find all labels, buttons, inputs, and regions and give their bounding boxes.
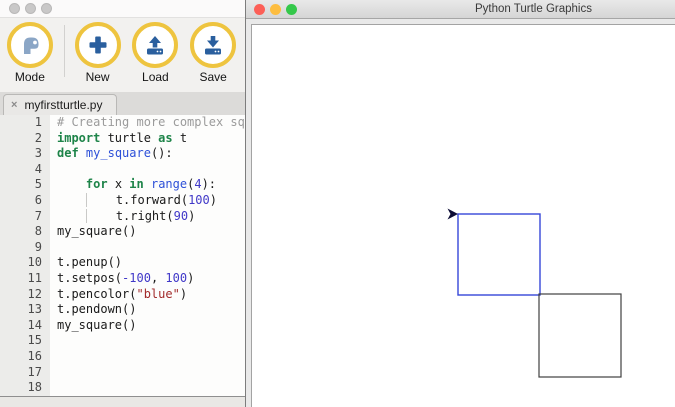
line-number: 6 (0, 193, 50, 209)
code-text (50, 349, 57, 365)
code-text: t.penup() (50, 255, 122, 271)
code-line: 6 t.forward(100) (0, 193, 246, 209)
line-number: 8 (0, 224, 50, 240)
turtle-canvas (251, 24, 675, 407)
plus-icon (75, 22, 121, 68)
code-line: 7 t.right(90) (0, 209, 246, 225)
maximize-button[interactable] (41, 3, 52, 14)
editor-titlebar (0, 0, 246, 18)
code-line: 10t.penup() (0, 255, 246, 271)
line-number: 1 (0, 115, 50, 131)
tab-close-icon[interactable]: × (11, 100, 17, 111)
line-number: 13 (0, 302, 50, 318)
line-number: 4 (0, 162, 50, 178)
line-number: 11 (0, 271, 50, 287)
code-line: 11t.setpos(-100, 100) (0, 271, 246, 287)
code-line: 9 (0, 240, 246, 256)
code-line: 8my_square() (0, 224, 246, 240)
code-line: 14my_square() (0, 318, 246, 334)
code-editor[interactable]: 1# Creating more complex sq2import turtl… (0, 115, 246, 396)
code-line: 4 (0, 162, 246, 178)
line-number: 12 (0, 287, 50, 303)
code-line: 2import turtle as t (0, 131, 246, 147)
minimize-button[interactable] (25, 3, 36, 14)
new-button[interactable]: New (73, 22, 123, 84)
code-text: def my_square(): (50, 146, 173, 162)
load-button-label: Load (142, 70, 169, 84)
upload-arrow-icon (132, 22, 178, 68)
load-button[interactable]: Load (130, 22, 180, 84)
code-line: 5 for x in range(4): (0, 177, 246, 193)
code-line: 18 (0, 380, 246, 396)
code-line: 13t.pendown() (0, 302, 246, 318)
line-number: 10 (0, 255, 50, 271)
turtle-window-body (246, 19, 675, 407)
editor-toolbar: Mode New (0, 18, 246, 92)
code-text (50, 162, 57, 178)
code-line: 3def my_square(): (0, 146, 246, 162)
code-text: my_square() (50, 318, 136, 334)
save-button[interactable]: Save (188, 22, 238, 84)
download-arrow-icon (190, 22, 236, 68)
traffic-lights (254, 4, 297, 15)
code-text (50, 380, 57, 396)
code-text (50, 240, 57, 256)
screen: Mode New (0, 0, 675, 407)
tab-label: myfirstturtle.py (24, 98, 102, 112)
code-line: 1# Creating more complex sq (0, 115, 246, 131)
tab-bar: × myfirstturtle.py (0, 92, 246, 115)
code-text: for x in range(4): (50, 177, 216, 193)
code-text: t.pencolor("blue") (50, 287, 187, 303)
code-text: my_square() (50, 224, 136, 240)
new-button-label: New (86, 70, 110, 84)
code-line: 16 (0, 349, 246, 365)
line-number: 18 (0, 380, 50, 396)
mu-mode-snake-icon (7, 22, 53, 68)
code-line: 15 (0, 333, 246, 349)
code-line: 17 (0, 365, 246, 381)
line-number: 16 (0, 349, 50, 365)
code-text: t.right(90) (50, 209, 195, 225)
minimize-button[interactable] (270, 4, 281, 15)
mu-editor-window: Mode New (0, 0, 246, 407)
turtle-graphics-window: Python Turtle Graphics (245, 0, 675, 407)
code-text (50, 365, 57, 381)
code-text (50, 333, 57, 349)
save-button-label: Save (199, 70, 226, 84)
black-square (539, 294, 621, 377)
close-button[interactable] (254, 4, 265, 15)
code-text: # Creating more complex sq (50, 115, 245, 131)
turtle-drawing (252, 25, 675, 407)
line-number: 14 (0, 318, 50, 334)
mode-button[interactable]: Mode (5, 22, 55, 84)
line-number: 2 (0, 131, 50, 147)
tab-myfirstturtle[interactable]: × myfirstturtle.py (3, 94, 117, 115)
blue-square (458, 214, 540, 295)
line-number: 15 (0, 333, 50, 349)
mode-button-label: Mode (15, 70, 45, 84)
line-number: 17 (0, 365, 50, 381)
turtle-window-title: Python Turtle Graphics (475, 3, 592, 15)
code-text: t.pendown() (50, 302, 136, 318)
maximize-button[interactable] (286, 4, 297, 15)
code-text: import turtle as t (50, 131, 187, 147)
code-text: t.setpos(-100, 100) (50, 271, 194, 287)
code-text: t.forward(100) (50, 193, 217, 209)
code-lines: 1# Creating more complex sq2import turtl… (0, 115, 246, 396)
code-line: 12t.pencolor("blue") (0, 287, 246, 303)
turtle-cursor-icon (448, 209, 459, 220)
close-button[interactable] (9, 3, 20, 14)
editor-statusbar (0, 396, 246, 407)
line-number: 3 (0, 146, 50, 162)
turtle-titlebar: Python Turtle Graphics (246, 0, 675, 19)
line-number: 9 (0, 240, 50, 256)
line-number: 5 (0, 177, 50, 193)
line-number: 7 (0, 209, 50, 225)
toolbar-separator (64, 25, 65, 77)
